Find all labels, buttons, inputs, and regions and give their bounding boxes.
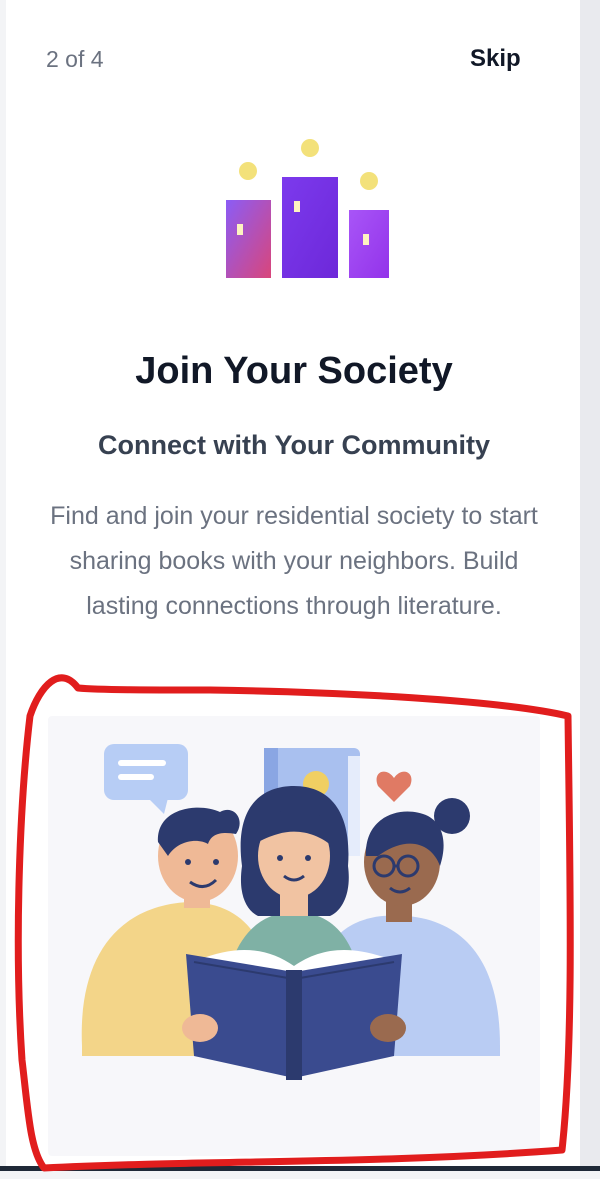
heart-icon	[376, 771, 412, 802]
people-reading-book-illustration	[81, 744, 500, 1080]
left-hand	[182, 1014, 218, 1042]
right-hand	[370, 1014, 406, 1042]
society-buildings-icon	[226, 139, 389, 278]
bottom-area	[0, 1171, 600, 1179]
illustration-card	[48, 716, 540, 1156]
open-book-icon	[186, 949, 402, 1080]
page-subtitle: Connect with Your Community	[97, 430, 490, 460]
skip-button[interactable]: Skip	[470, 45, 521, 73]
page-description: Find and join your residential society t…	[50, 502, 538, 620]
chat-bubble-icon	[104, 744, 188, 814]
step-indicator: 2 of 4	[46, 46, 104, 72]
scroll-gutter	[580, 0, 600, 1166]
page-title: Join Your Society	[135, 350, 453, 392]
